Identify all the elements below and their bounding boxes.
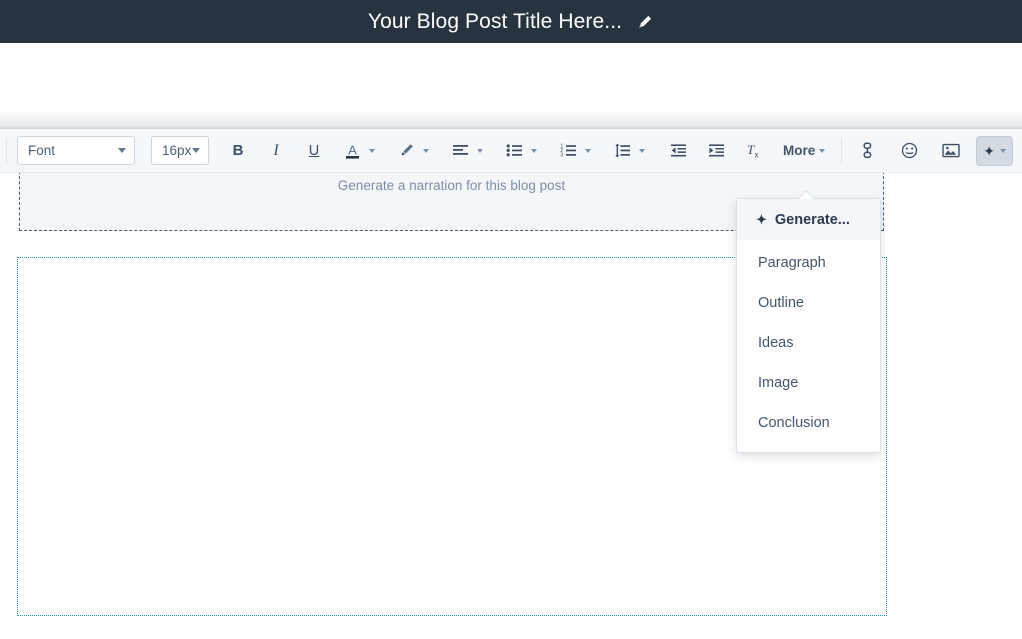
highlight-button[interactable] bbox=[393, 136, 419, 166]
menu-item-image[interactable]: Image bbox=[737, 363, 880, 403]
marker-pen-icon bbox=[400, 144, 413, 156]
menu-item-outline[interactable]: Outline bbox=[737, 283, 880, 323]
menu-item-conclusion[interactable]: Conclusion bbox=[737, 403, 880, 443]
menu-item-paragraph[interactable]: Paragraph bbox=[737, 243, 880, 283]
font-size-select[interactable]: 16px bbox=[151, 136, 209, 165]
text-color-button[interactable]: A bbox=[339, 136, 365, 166]
svg-text:3: 3 bbox=[560, 152, 563, 158]
insert-link-button[interactable] bbox=[854, 136, 880, 166]
chevron-down-icon bbox=[192, 148, 200, 153]
link-icon bbox=[863, 142, 872, 159]
dropdown-pointer-arrow bbox=[798, 191, 814, 199]
outdent-icon bbox=[670, 144, 686, 157]
image-icon bbox=[942, 143, 960, 158]
font-family-value: Font bbox=[28, 143, 56, 158]
insert-image-button[interactable] bbox=[938, 136, 964, 166]
menu-item-label: Paragraph bbox=[758, 255, 826, 271]
font-family-select[interactable]: Font bbox=[17, 136, 135, 165]
font-size-value: 16px bbox=[162, 143, 192, 158]
sparkle-icon: ✦ bbox=[983, 142, 995, 159]
page-body: Generate a narration for this blog post … bbox=[0, 43, 1022, 639]
font-color-icon: A bbox=[345, 142, 359, 159]
align-group[interactable] bbox=[447, 136, 485, 166]
clear-formatting-button[interactable]: T x bbox=[741, 136, 767, 166]
svg-text:A: A bbox=[348, 142, 357, 157]
numbered-list-group[interactable]: 1 2 3 bbox=[555, 136, 593, 166]
indent-icon bbox=[708, 144, 724, 157]
editor-toolbar: Font 16px B I U A 1 2 3 T x More ✦ bbox=[0, 129, 1022, 173]
menu-item-label: Image bbox=[758, 375, 799, 391]
underline-button[interactable]: U bbox=[301, 136, 327, 166]
ai-generate-toolbar-button[interactable]: ✦ bbox=[976, 135, 1013, 166]
line-height-icon bbox=[614, 143, 630, 158]
chevron-down-icon[interactable] bbox=[423, 148, 429, 153]
emoji-button[interactable] bbox=[896, 136, 922, 166]
numbered-list-button[interactable]: 1 2 3 bbox=[555, 136, 581, 166]
chevron-down-icon[interactable] bbox=[1000, 148, 1006, 153]
text-color-group[interactable]: A bbox=[339, 136, 377, 166]
more-group[interactable]: More bbox=[783, 143, 827, 158]
bullet-list-button[interactable] bbox=[501, 136, 527, 166]
chevron-down-icon bbox=[118, 148, 126, 153]
chevron-down-icon[interactable] bbox=[477, 148, 483, 153]
pencil-icon bbox=[639, 15, 652, 28]
toolbar-divider bbox=[841, 137, 843, 164]
narration-placeholder-text: Generate a narration for this blog post bbox=[337, 178, 566, 193]
chevron-down-icon[interactable] bbox=[531, 148, 537, 153]
toolbar-divider bbox=[6, 137, 7, 164]
unordered-list-icon bbox=[506, 144, 522, 157]
bullet-list-group[interactable] bbox=[501, 136, 539, 166]
more-button[interactable]: More bbox=[783, 143, 815, 158]
menu-item-label: Ideas bbox=[758, 335, 794, 351]
ordered-list-icon: 1 2 3 bbox=[560, 144, 576, 158]
smiley-icon bbox=[901, 142, 917, 159]
menu-item-label: Conclusion bbox=[758, 415, 830, 431]
chevron-down-icon[interactable] bbox=[369, 148, 375, 153]
toolbar-shadow bbox=[0, 111, 1022, 129]
outdent-button[interactable] bbox=[665, 136, 691, 166]
page-title: Your Blog Post Title Here... bbox=[367, 10, 623, 33]
menu-item-label: Generate... bbox=[774, 211, 850, 228]
menu-item-label: Outline bbox=[758, 295, 804, 311]
chevron-down-icon[interactable] bbox=[819, 148, 826, 153]
align-left-icon bbox=[452, 145, 468, 155]
indent-button[interactable] bbox=[703, 136, 729, 166]
editor-toolbar-container: Font 16px B I U A 1 2 3 T x More ✦ bbox=[0, 111, 1022, 173]
chevron-down-icon[interactable] bbox=[639, 148, 645, 153]
align-button[interactable] bbox=[447, 136, 473, 166]
app-header: Your Blog Post Title Here... bbox=[0, 0, 1022, 43]
sparkle-icon: ✦ bbox=[756, 212, 767, 227]
bold-button[interactable]: B bbox=[225, 136, 251, 166]
highlight-group[interactable] bbox=[393, 136, 431, 166]
line-height-button[interactable] bbox=[609, 136, 635, 166]
italic-button[interactable]: I bbox=[263, 136, 289, 166]
menu-item-ideas[interactable]: Ideas bbox=[737, 323, 880, 363]
ai-generate-dropdown-menu: ✦ Generate... Paragraph Outline Ideas Im… bbox=[736, 198, 881, 453]
edit-title-button[interactable] bbox=[636, 13, 654, 31]
line-height-group[interactable] bbox=[609, 136, 647, 166]
menu-item-generate[interactable]: ✦ Generate... bbox=[737, 199, 880, 240]
svg-text:x: x bbox=[754, 151, 758, 160]
chevron-down-icon[interactable] bbox=[585, 148, 591, 153]
clear-format-icon: T x bbox=[747, 142, 759, 160]
